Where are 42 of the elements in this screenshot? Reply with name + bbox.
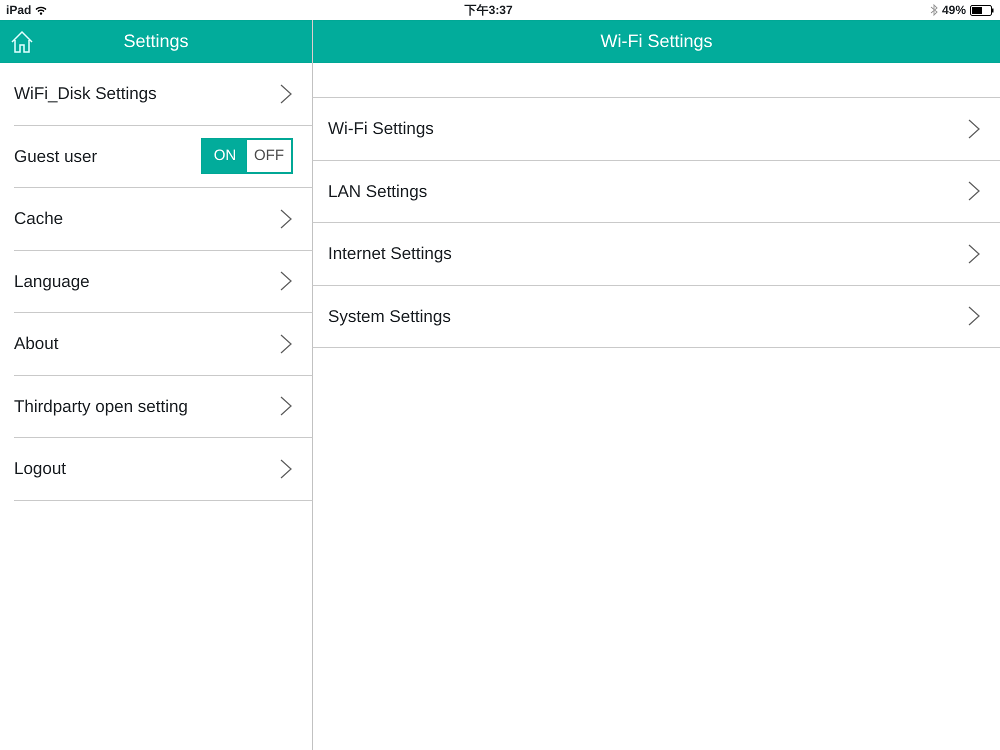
chevron-icon <box>968 181 980 202</box>
chevron-icon <box>280 396 292 416</box>
chevron-icon <box>280 458 292 479</box>
settings-row[interactable]: LAN Settings <box>313 160 1000 223</box>
toggle-switch[interactable]: ON OFF <box>201 138 293 174</box>
battery-percent: 49% <box>942 2 966 19</box>
bluetooth-icon <box>930 4 938 16</box>
settings-row[interactable]: WiFi_Disk Settings <box>14 63 312 126</box>
row-label: System Settings <box>328 306 451 328</box>
row-label: Thirdparty open setting <box>14 396 188 418</box>
row-label: Language <box>14 270 90 292</box>
home-icon[interactable] <box>10 30 34 54</box>
chevron-icon <box>968 244 980 264</box>
settings-row[interactable]: About <box>14 313 312 376</box>
row-label: WiFi_Disk Settings <box>14 83 157 105</box>
settings-row[interactable]: Logout <box>14 438 312 500</box>
chevron-icon <box>968 306 980 326</box>
row-label: Internet Settings <box>328 243 452 265</box>
settings-row[interactable]: Internet Settings <box>313 223 1000 286</box>
settings-row[interactable]: Cache <box>14 188 312 250</box>
row-label: Logout <box>14 458 66 480</box>
row-label: Cache <box>14 208 64 230</box>
header-title: Wi-Fi Settings <box>313 20 1000 63</box>
device-name: iPad <box>6 2 32 19</box>
battery-icon <box>970 4 994 16</box>
row-label: Guest user <box>14 146 98 168</box>
chevron-icon <box>280 271 292 292</box>
chevron-icon <box>280 334 292 354</box>
clock-time: 下午3:37 <box>464 2 513 19</box>
settings-row[interactable]: Thirdparty open setting <box>14 376 312 438</box>
row-label: About <box>14 333 58 355</box>
header-title: Settings <box>123 30 189 53</box>
settings-row[interactable]: Guest user ON OFF <box>14 126 312 188</box>
settings-row[interactable]: System Settings <box>313 286 1000 348</box>
chevron-icon <box>280 84 292 104</box>
wifi-icon <box>35 6 48 14</box>
row-label: LAN Settings <box>328 180 428 202</box>
settings-row[interactable]: Wi-Fi Settings <box>313 98 1000 160</box>
chevron-icon <box>968 118 980 139</box>
settings-row[interactable]: Language <box>14 250 312 313</box>
row-label: Wi-Fi Settings <box>328 118 434 140</box>
chevron-icon <box>280 208 292 229</box>
